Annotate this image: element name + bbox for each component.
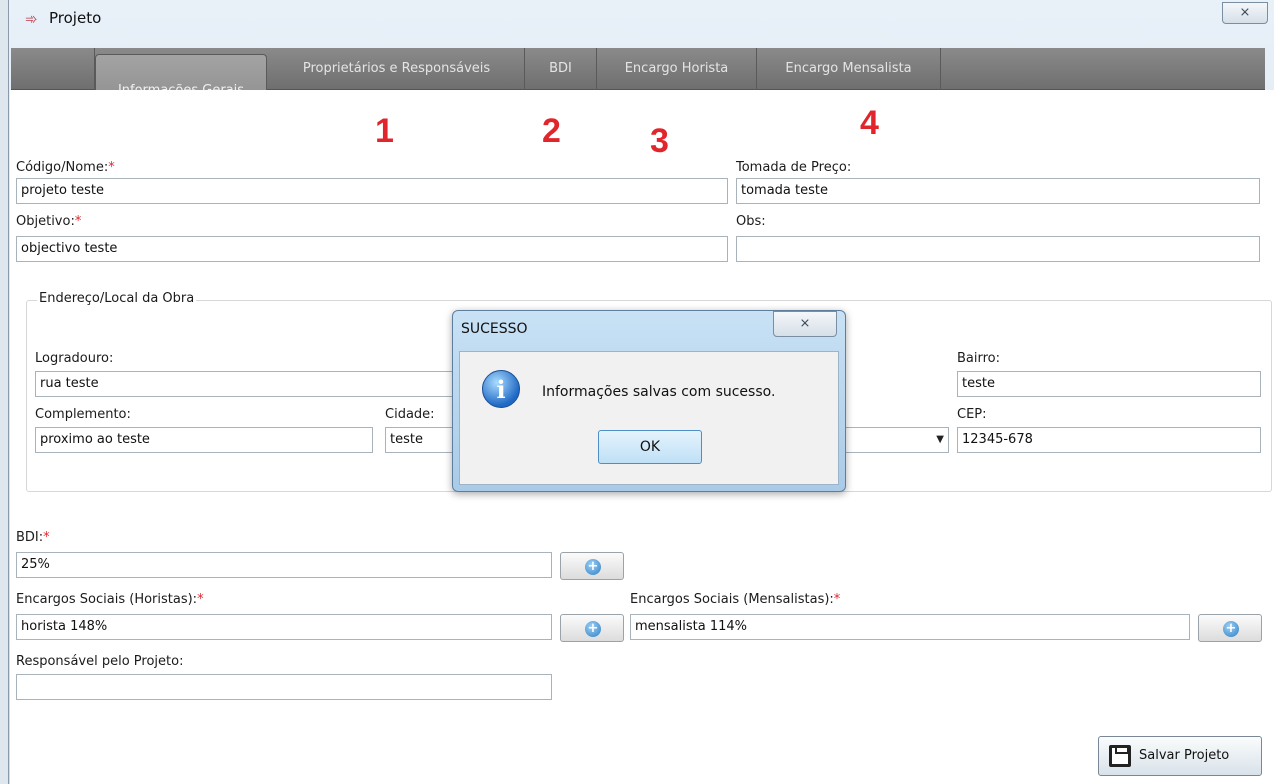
complemento-label: Complemento: [35, 407, 131, 422]
endereco-title: Endereço/Local da Obra [37, 291, 197, 306]
cep-input[interactable]: 12345-678 [957, 427, 1261, 453]
plus-icon: + [585, 559, 601, 575]
estado-select[interactable]: ▼ [837, 427, 949, 453]
save-project-button[interactable]: Salvar Projeto [1098, 736, 1262, 776]
tab-bar: Informações Gerais Proprietários e Respo… [11, 48, 1265, 110]
tab-proprietarios[interactable]: Proprietários e Responsáveis [269, 48, 525, 90]
app-icon: ➾ [25, 10, 38, 28]
info-icon: i [482, 370, 520, 408]
chevron-down-icon: ▼ [936, 434, 944, 445]
bairro-input[interactable]: teste [957, 371, 1261, 397]
horistas-input[interactable]: horista 148% [16, 614, 552, 640]
responsavel-label: Responsável pelo Projeto: [16, 654, 184, 669]
annotation-4: 4 [860, 104, 879, 142]
dialog-message: Informações salvas com sucesso. [542, 384, 776, 400]
codigo-label: Código/Nome:* [16, 160, 115, 175]
tomada-input[interactable]: tomada teste [736, 178, 1260, 204]
tab-encargo-horista[interactable]: Encargo Horista [597, 48, 757, 90]
tab-spacer [11, 48, 95, 90]
success-dialog: SUCESSO ⨯ i Informações salvas com suces… [452, 310, 846, 492]
bdi-input[interactable]: 25% [16, 552, 552, 578]
objetivo-input[interactable]: objectivo teste [16, 236, 728, 262]
add-horistas-button[interactable]: + [560, 614, 624, 642]
complemento-input[interactable]: proximo ao teste [35, 427, 373, 453]
horistas-label: Encargos Sociais (Horistas):* [16, 592, 204, 607]
tab-bdi[interactable]: BDI [525, 48, 597, 90]
ok-button[interactable]: OK [598, 430, 702, 464]
floppy-disk-icon [1109, 745, 1131, 767]
save-project-label: Salvar Projeto [1139, 748, 1230, 763]
tab-encargo-mensalista[interactable]: Encargo Mensalista [757, 48, 941, 90]
bairro-label: Bairro: [957, 351, 1001, 366]
plus-icon: + [1223, 621, 1239, 637]
plus-icon: + [585, 621, 601, 637]
annotation-2: 2 [542, 112, 561, 150]
codigo-input[interactable]: projeto teste [16, 178, 728, 204]
cidade-label: Cidade: [385, 407, 435, 422]
title-bar: ➾ Projeto ⨯ [9, 0, 1274, 42]
window-close-button[interactable]: ⨯ [1222, 2, 1268, 24]
responsavel-input[interactable] [16, 674, 552, 700]
objetivo-label: Objetivo:* [16, 214, 82, 229]
add-mensalistas-button[interactable]: + [1198, 614, 1262, 642]
obs-input[interactable] [736, 236, 1260, 262]
obs-label: Obs: [736, 214, 766, 229]
logradouro-label: Logradouro: [35, 351, 114, 366]
dialog-title: SUCESSO [461, 321, 528, 337]
bdi-label: BDI:* [16, 530, 50, 545]
add-bdi-button[interactable]: + [560, 552, 624, 580]
annotation-3: 3 [650, 122, 669, 160]
window-title: Projeto [49, 9, 102, 27]
mensalistas-input[interactable]: mensalista 114% [630, 614, 1190, 640]
mensalistas-label: Encargos Sociais (Mensalistas):* [630, 592, 841, 607]
dialog-body: i Informações salvas com sucesso. OK [459, 351, 839, 485]
dialog-close-button[interactable]: ⨯ [773, 311, 837, 337]
tomada-label: Tomada de Preço: [736, 160, 852, 175]
annotation-1: 1 [375, 112, 394, 150]
cep-label: CEP: [957, 407, 987, 422]
